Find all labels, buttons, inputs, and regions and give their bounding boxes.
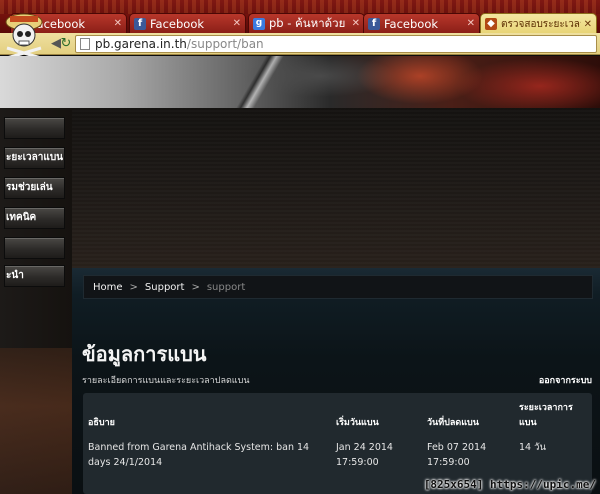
garena-icon: ◆: [485, 18, 497, 30]
breadcrumb-current: support: [206, 281, 246, 293]
breadcrumb-home[interactable]: Home: [93, 282, 123, 293]
tab-title: Facebook: [384, 16, 439, 31]
reload-icon[interactable]: ↻: [58, 36, 74, 52]
facebook-icon: f: [134, 17, 146, 30]
page-icon: [80, 38, 90, 50]
breadcrumb: Home > Support > support: [83, 275, 593, 299]
table-cell-description: Banned from Garena Antihack System: ban …: [88, 442, 310, 468]
table-cell-start: Jan 24 2014 17:59:00: [336, 442, 393, 468]
browser-tab[interactable]: f Facebook ✕: [363, 13, 480, 33]
browser-tab-active[interactable]: ◆ ตรวจสอบระยะเวลาก ✕: [480, 13, 597, 33]
tab-title: ตรวจสอบระยะเวลาก: [501, 18, 581, 30]
sidebar-item-recommend[interactable]: ะนำ: [4, 265, 65, 287]
address-bar[interactable]: pb.garena.in.th/support/ban: [75, 35, 597, 53]
sidebar-item-techniques[interactable]: เทคนิค: [4, 207, 65, 229]
column-header-duration: ระยะเวลาการแบน: [519, 403, 573, 428]
close-tab-icon[interactable]: ✕: [467, 18, 475, 29]
google-icon: g: [253, 17, 265, 30]
breadcrumb-separator: >: [191, 281, 200, 293]
column-header-start: เริ่มวันแบน: [336, 418, 379, 428]
column-header-description: อธิบาย: [88, 418, 115, 428]
breadcrumb-separator: >: [129, 281, 138, 293]
table-cell-duration: 14 วัน: [519, 442, 546, 453]
facebook-icon: f: [368, 17, 380, 30]
browser-tab[interactable]: g pb - ค้นหาด้วย Go ✕: [248, 13, 365, 33]
sidebar-item-cheat-help[interactable]: รมช่วยเล่น: [4, 177, 65, 199]
close-tab-icon[interactable]: ✕: [233, 18, 241, 29]
hero-banner: [0, 56, 600, 108]
sidebar-item[interactable]: [4, 117, 65, 139]
browser-tab-strip: f Facebook ✕ f Facebook ✕ g pb - ค้นหาด้…: [0, 0, 600, 33]
sidebar-item[interactable]: [4, 237, 65, 259]
page-title: ข้อมูลการแบน: [82, 342, 207, 366]
skull-theme-icon: [5, 13, 43, 60]
close-tab-icon[interactable]: ✕: [114, 18, 122, 29]
page-subtitle: รายละเอียดการแบนและระยะเวลาปลดแบน: [82, 376, 250, 386]
tab-title: pb - ค้นหาด้วย Go: [269, 15, 349, 30]
url-text: pb.garena.in.th/support/ban: [95, 37, 264, 51]
close-tab-icon[interactable]: ✕: [584, 19, 592, 30]
logout-link[interactable]: ออกจากระบบ: [539, 373, 592, 387]
breadcrumb-support[interactable]: Support: [145, 282, 185, 293]
browser-tab[interactable]: f Facebook ✕: [129, 13, 246, 33]
tab-title: Facebook: [150, 16, 205, 31]
sidebar-item-ban-period[interactable]: ะยะเวลาแบน: [4, 147, 65, 169]
watermark: [825x654] https://upic.me/: [423, 478, 596, 491]
browser-toolbar: ◀ ↻ pb.garena.in.th/support/ban: [0, 33, 600, 55]
close-tab-icon[interactable]: ✕: [352, 18, 360, 29]
column-header-end: วันที่ปลดแบน: [427, 418, 479, 428]
table-cell-end: Feb 07 2014 17:59:00: [427, 442, 487, 468]
